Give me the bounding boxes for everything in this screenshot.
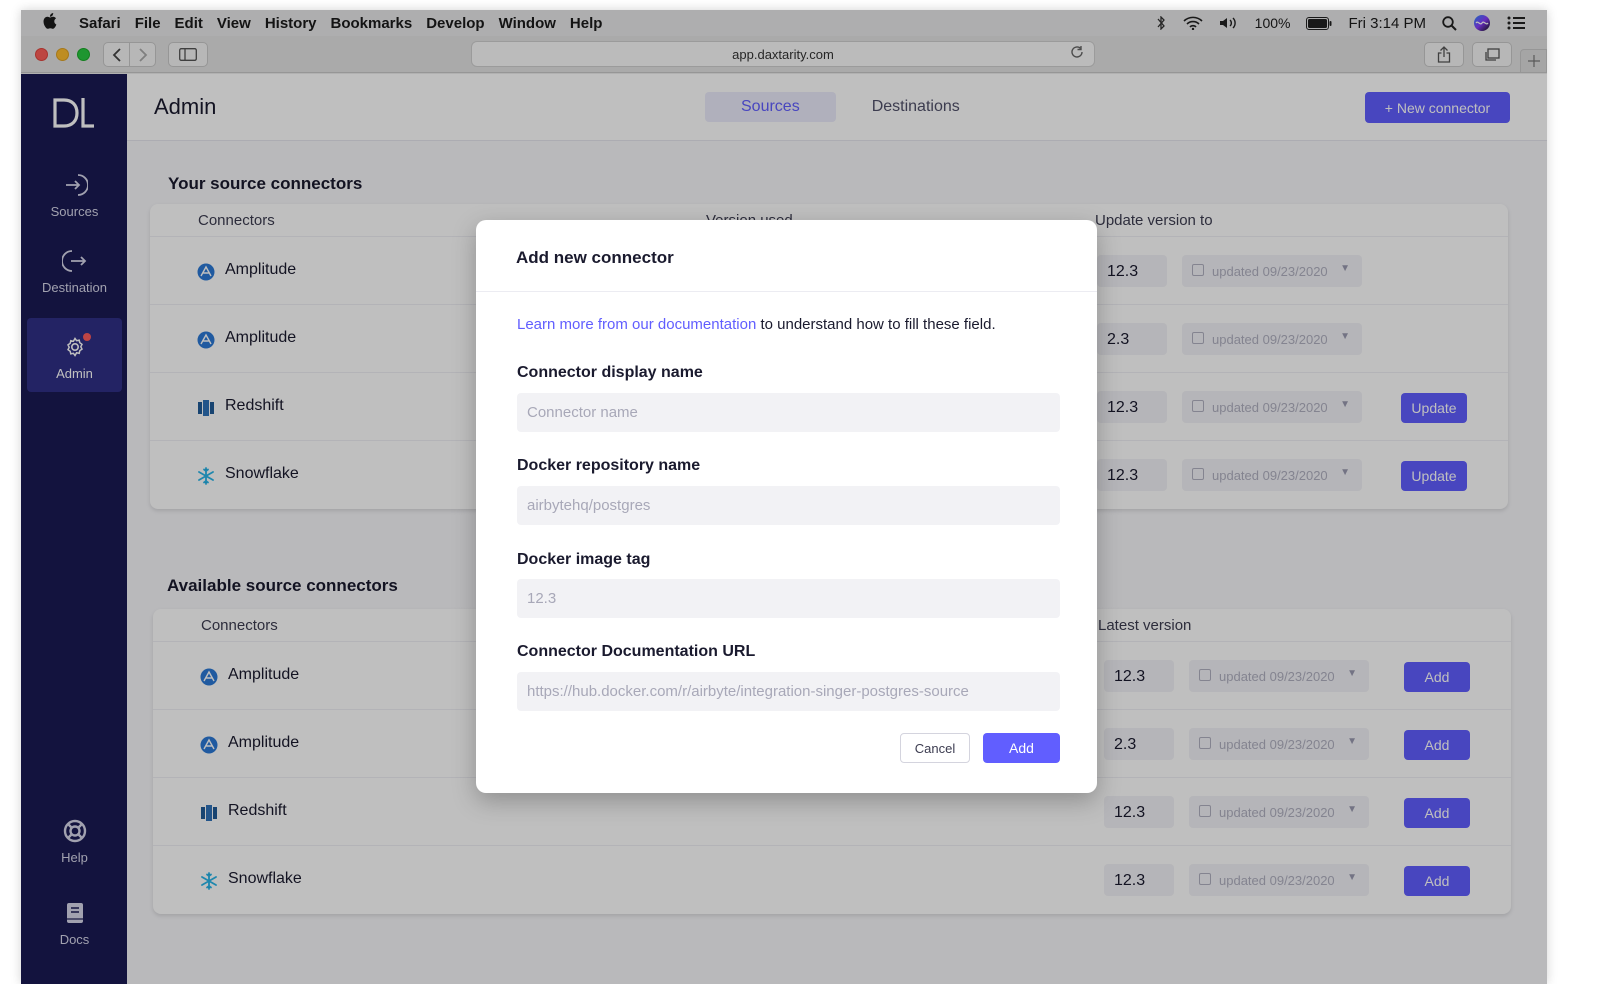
docker-repository-input[interactable] — [517, 486, 1060, 525]
intro-text: to understand how to fill these field. — [756, 316, 996, 333]
modal-intro: Learn more from our documentation to und… — [517, 316, 996, 333]
docker-image-tag-input[interactable] — [517, 579, 1060, 618]
field-label: Docker image tag — [517, 551, 651, 568]
field-label: Docker repository name — [517, 457, 701, 474]
documentation-url-input[interactable] — [517, 672, 1060, 711]
field-label: Connector display name — [517, 364, 703, 381]
documentation-link[interactable]: Learn more from our documentation — [517, 316, 756, 333]
modal-title: Add new connector — [516, 248, 674, 267]
add-button[interactable]: Add — [983, 733, 1060, 763]
connector-name-input[interactable] — [517, 393, 1060, 432]
modal-header: Add new connector — [476, 220, 1097, 292]
safari-window: Safari File Edit View History Bookmarks … — [21, 10, 1547, 984]
cancel-button[interactable]: Cancel — [900, 733, 970, 763]
field-label: Connector Documentation URL — [517, 643, 756, 660]
add-connector-modal: Add new connector Learn more from our do… — [476, 220, 1097, 793]
